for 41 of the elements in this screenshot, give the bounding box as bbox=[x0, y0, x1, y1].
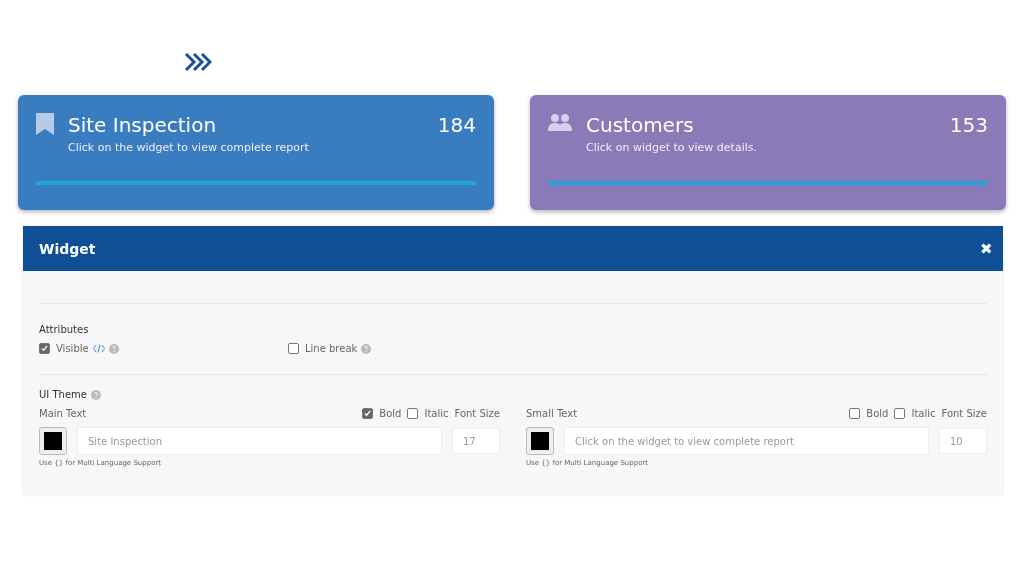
card-subtitle: Click on the widget to view complete report bbox=[68, 141, 310, 154]
checkbox-box[interactable] bbox=[39, 343, 50, 354]
checkbox-box[interactable] bbox=[407, 408, 419, 419]
checkbox[interactable]: Bold bbox=[362, 408, 402, 419]
field-label: Font Size bbox=[941, 408, 987, 419]
card-title: Site Inspection bbox=[68, 113, 218, 137]
field-label: Font Size bbox=[454, 408, 500, 419]
checkbox-box[interactable] bbox=[894, 408, 906, 419]
card-count: 153 bbox=[949, 113, 988, 137]
field-label: Small Text bbox=[526, 408, 579, 419]
help-icon bbox=[108, 343, 119, 354]
checkbox[interactable]: Line break bbox=[288, 343, 358, 354]
text-field[interactable]: Site Inspection bbox=[77, 427, 442, 455]
card-title: Customers bbox=[586, 113, 695, 137]
color-picker[interactable] bbox=[526, 427, 554, 455]
stat-card[interactable]: Customers Click on widget to view details. 153 bbox=[530, 95, 1006, 210]
people-icon bbox=[548, 113, 572, 131]
checkbox-box[interactable] bbox=[849, 408, 861, 419]
checkbox[interactable]: Italic bbox=[894, 408, 936, 419]
card-count: 184 bbox=[437, 113, 476, 137]
checkbox[interactable]: Italic bbox=[407, 408, 449, 419]
checkbox-box[interactable] bbox=[362, 408, 374, 419]
panel-title: Widget bbox=[39, 240, 96, 257]
help-icon bbox=[361, 343, 372, 354]
bookmark-icon bbox=[36, 113, 54, 135]
font-size-field[interactable]: 17 bbox=[452, 428, 500, 454]
text-field[interactable]: Click on the widget to view complete report bbox=[564, 427, 929, 455]
field-label: Main Text bbox=[39, 408, 88, 419]
color-picker[interactable] bbox=[39, 427, 67, 455]
chevrons-icon[interactable] bbox=[184, 52, 212, 72]
font-size-field[interactable]: 10 bbox=[939, 428, 987, 454]
stat-card[interactable]: Site Inspection Click on the widget to view complete report 184 bbox=[18, 95, 494, 210]
section-heading: Attributes bbox=[39, 324, 89, 335]
code-icon[interactable] bbox=[92, 344, 105, 353]
section-heading: UI Theme bbox=[39, 389, 87, 400]
close-button[interactable]: ✖ bbox=[980, 239, 993, 258]
help-icon bbox=[90, 389, 101, 400]
checkbox[interactable]: Visible bbox=[39, 343, 89, 354]
checkbox[interactable]: Bold bbox=[849, 408, 889, 419]
card-subtitle: Click on widget to view details. bbox=[586, 141, 758, 154]
checkbox-box[interactable] bbox=[288, 343, 299, 354]
